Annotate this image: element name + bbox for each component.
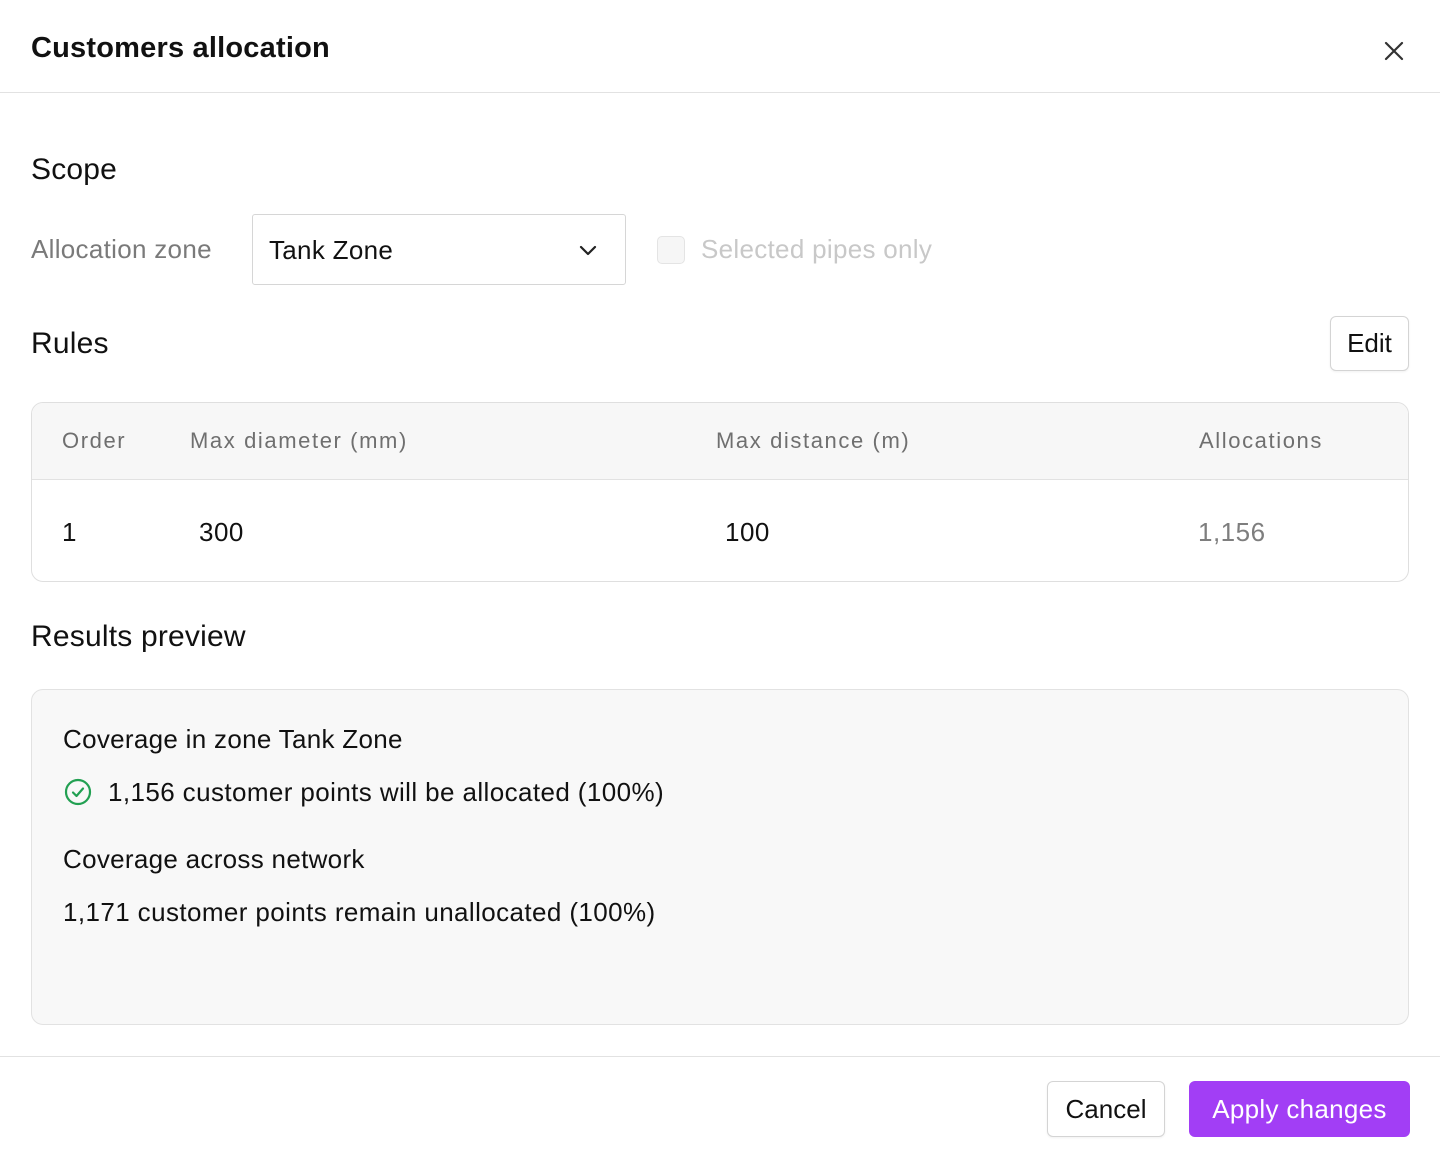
rules-section-title: Rules (31, 327, 109, 360)
rules-table: Order Max diameter (mm) Max distance (m)… (31, 402, 1409, 582)
check-circle-icon (64, 778, 92, 806)
cell-max-diameter[interactable]: 300 (199, 515, 244, 549)
zone-coverage-line: 1,156 customer points will be allocated … (108, 777, 665, 807)
network-coverage-line: 1,171 customer points remain unallocated… (63, 897, 656, 927)
selected-pipes-label: Selected pipes only (701, 234, 933, 264)
column-header-max-distance: Max distance (m) (716, 428, 911, 453)
scope-section-title: Scope (31, 153, 118, 186)
zone-coverage-heading: Coverage in zone Tank Zone (63, 724, 403, 754)
cancel-button[interactable]: Cancel (1047, 1081, 1165, 1137)
customers-allocation-dialog: Customers allocation Scope Allocation zo… (0, 0, 1440, 1159)
network-coverage-heading: Coverage across network (63, 844, 365, 874)
chevron-down-icon (579, 245, 597, 256)
table-header-row: Order Max diameter (mm) Max distance (m)… (32, 403, 1408, 480)
results-preview-box: Coverage in zone Tank Zone 1,156 custome… (31, 689, 1409, 1025)
dialog-footer: Cancel Apply changes (0, 1056, 1440, 1159)
results-section-title: Results preview (31, 620, 246, 653)
cell-order: 1 (62, 517, 77, 547)
allocation-zone-label: Allocation zone (31, 234, 212, 264)
column-header-max-diameter: Max diameter (mm) (190, 428, 408, 453)
dialog-title: Customers allocation (31, 32, 330, 64)
allocation-zone-value: Tank Zone (269, 235, 394, 265)
cell-allocations: 1,156 (1198, 517, 1266, 547)
selected-pipes-checkbox[interactable] (657, 236, 685, 264)
dialog-header: Customers allocation (0, 0, 1440, 93)
close-button[interactable] (1378, 35, 1410, 67)
column-header-allocations: Allocations (1199, 428, 1323, 453)
allocation-zone-select[interactable]: Tank Zone (252, 214, 626, 285)
cell-max-distance[interactable]: 100 (725, 515, 770, 549)
column-header-order: Order (62, 428, 127, 453)
apply-changes-button[interactable]: Apply changes (1189, 1081, 1410, 1137)
close-icon (1384, 41, 1404, 61)
edit-rules-button[interactable]: Edit (1330, 316, 1409, 371)
